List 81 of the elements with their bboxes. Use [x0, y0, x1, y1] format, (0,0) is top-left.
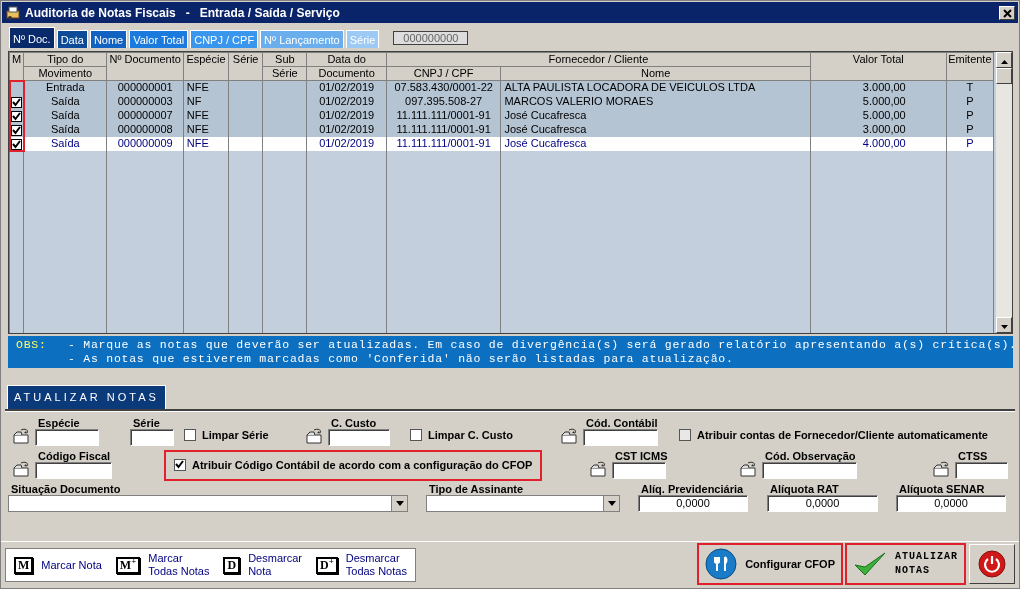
column-header: M: [9, 52, 24, 81]
input-field[interactable]: 0,0000: [767, 494, 878, 512]
field-label: Série: [132, 416, 161, 429]
dropdown[interactable]: [426, 494, 620, 512]
obs-text: - As notas que estiverem marcadas como 'Conferida' não serão listadas para atualização.: [68, 352, 734, 366]
field-label: Alíq. Previdenciária: [640, 482, 745, 495]
field-label: Alíquota RAT: [769, 482, 840, 495]
sort-tab[interactable]: Data: [56, 30, 88, 48]
power-button[interactable]: [969, 544, 1015, 584]
field-label: Espécie: [37, 416, 81, 429]
checkbox[interactable]: [11, 138, 22, 150]
cutlery-icon: [705, 548, 738, 580]
sort-tab[interactable]: Nº Doc.: [9, 27, 55, 48]
column-header: Sub: [262, 52, 307, 67]
legend-text: Marcar Todas Notas: [148, 552, 210, 578]
field-label: Cód. Contábil: [585, 416, 658, 429]
field-label: Situação Documento: [10, 482, 122, 495]
obs-label: OBS:: [16, 338, 48, 352]
field-label: Cód. Observação: [764, 449, 857, 462]
search-field[interactable]: 000000000: [393, 31, 469, 45]
field-label: Tipo de Assinante: [428, 482, 525, 495]
legend-text: Desmarcar Todas Notas: [345, 552, 407, 578]
column-header: Data do: [306, 52, 387, 67]
column-header: Valor Total: [810, 52, 947, 81]
section-tab[interactable]: ATUALIZAR NOTAS: [7, 385, 166, 409]
up-arrow-icon: [1000, 60, 1008, 65]
input-field[interactable]: [328, 428, 390, 446]
sort-tab[interactable]: Nome: [89, 30, 128, 48]
input-field[interactable]: [762, 461, 857, 479]
key-icon: D$^{+}$: [315, 556, 338, 574]
field-label: CST ICMS: [614, 449, 668, 462]
input-field[interactable]: [583, 428, 658, 446]
column-header: Tipo do: [23, 52, 107, 67]
column-header: Espécie: [183, 52, 229, 81]
legend-text: Desmarcar Nota: [248, 552, 302, 578]
update-notes-button[interactable]: ATUALIZAR NOTAS: [846, 544, 965, 584]
key-icon: M$^{+}$: [115, 556, 141, 574]
input-field[interactable]: [612, 461, 666, 479]
sort-tab[interactable]: Valor Total: [129, 30, 189, 48]
key-icon: D: [223, 556, 241, 574]
dropdown[interactable]: [8, 494, 408, 512]
checkbox[interactable]: [11, 96, 22, 108]
column-header: Série: [228, 52, 263, 81]
dropdown-arrow-icon: [607, 500, 616, 506]
input-field[interactable]: [35, 461, 112, 479]
field-label: Alíquota SENAR: [898, 482, 986, 495]
scrollbar-thumb[interactable]: [996, 68, 1012, 84]
checkbox-label: Limpar C. Custo: [428, 428, 513, 443]
checkbox[interactable]: [11, 110, 22, 122]
column-header: Nº Documento: [107, 52, 184, 81]
checkbox[interactable]: [184, 429, 196, 442]
field-label: C. Custo: [330, 416, 378, 429]
scroll-down-button[interactable]: [996, 317, 1012, 333]
input-field[interactable]: [35, 428, 99, 446]
column-header: Fornecedor / Cliente: [386, 52, 811, 67]
checkbox[interactable]: [11, 124, 22, 136]
scroll-up-button[interactable]: [996, 52, 1012, 68]
checkbox-label: Limpar Série: [202, 428, 269, 443]
checkbox-label: Atribuir Código Contábil de acordo com a configuração do CFOP: [192, 458, 533, 473]
close-icon: [1002, 8, 1012, 18]
configure-cfop-button[interactable]: Configurar CFOP: [698, 544, 842, 584]
down-arrow-icon: [1000, 325, 1008, 330]
checkbox[interactable]: [410, 429, 422, 442]
checkbox[interactable]: [174, 459, 186, 472]
input-field[interactable]: [130, 428, 174, 446]
key-icon: M: [14, 556, 34, 574]
dropdown-arrow-icon: [395, 500, 404, 506]
field-label: CTSS: [957, 449, 989, 462]
column-header: Emitente: [946, 52, 994, 81]
window-title: Auditoria de Notas Fiscais - Entrada / Saída / Serviço: [25, 4, 340, 22]
checkbox[interactable]: [679, 429, 691, 442]
input-field[interactable]: 0,0000: [638, 494, 748, 512]
input-field[interactable]: [955, 461, 1008, 479]
legend-text: Marcar Nota: [41, 558, 102, 572]
app-icon: [5, 4, 21, 21]
power-icon: [978, 550, 1006, 578]
checkbox-label: Atribuir contas de Fornecedor/Cliente automaticamente: [697, 428, 988, 443]
input-field[interactable]: 0,0000: [896, 494, 1006, 512]
field-label: Código Fiscal: [37, 449, 112, 462]
obs-text: - Marque as notas que deverão ser atualizadas. Em caso de divergência(s) será gerado relatório apresentando a(s) crítica(s).: [68, 338, 1017, 352]
close-button[interactable]: [999, 5, 1015, 20]
